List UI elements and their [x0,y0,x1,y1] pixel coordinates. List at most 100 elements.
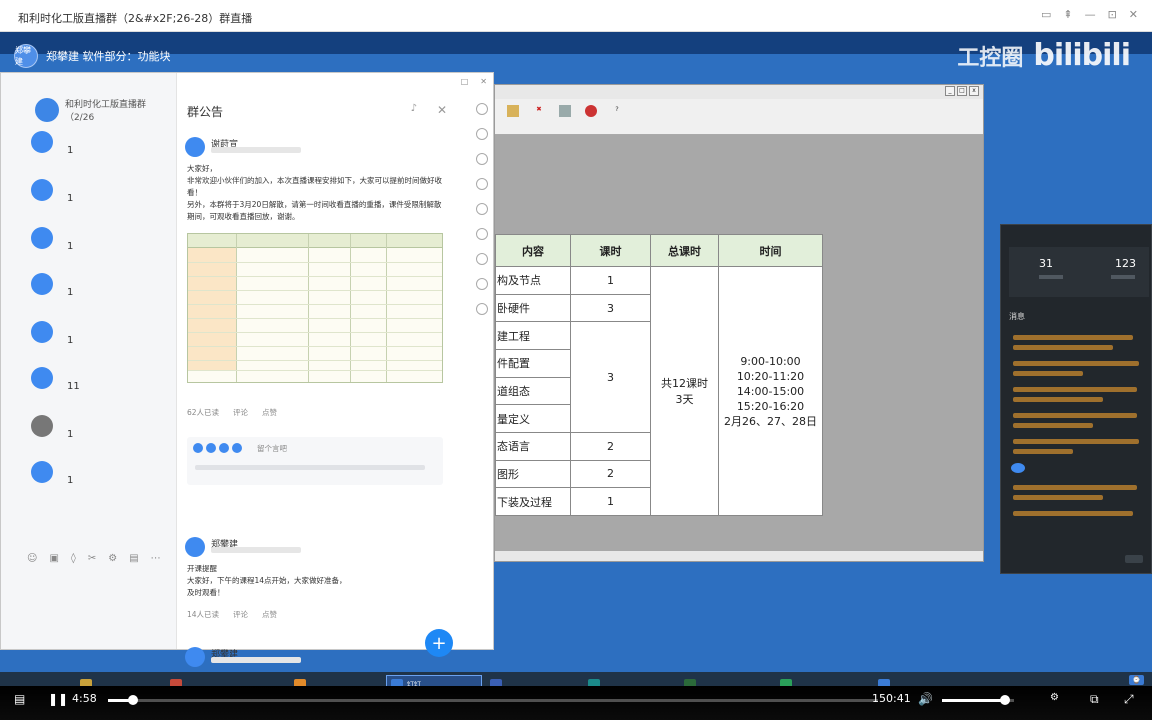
schedule-attachment[interactable] [187,233,443,383]
doc-icon[interactable] [476,278,488,290]
contacts-icon[interactable] [476,128,488,140]
list-item[interactable]: 1 [31,131,171,171]
minimize-icon[interactable]: — [1085,8,1096,21]
item-count: 1 [67,287,74,298]
table-row [188,346,442,347]
scissors-icon[interactable]: ✂ [88,553,96,564]
table-row [188,290,442,291]
pin-icon[interactable]: ⇞ [1063,8,1072,21]
comment-button[interactable]: 评论 [233,407,248,418]
taskbar-item[interactable] [76,675,156,686]
window-title: 和利时化工版直播群（2&#x2F;26-28）群直播 [18,12,253,25]
chat-message [1013,439,1139,444]
fullscreen-icon[interactable]: ⤢ [1124,692,1134,707]
comment-input[interactable]: 留个言吧 [257,443,287,454]
item-count: 1 [67,145,74,156]
volume-icon[interactable]: 🔊 [918,692,933,706]
pause-button[interactable]: ❚❚ [48,692,68,706]
maximize-icon[interactable]: □ [957,86,967,96]
maximize-icon[interactable]: □ [461,77,469,86]
read-count[interactable]: 62人已读 [187,407,219,418]
progress-handle[interactable] [128,695,139,705]
volume-slider[interactable] [942,695,1014,705]
cell-hours: 3 [570,321,651,433]
volume-handle[interactable] [1000,695,1011,705]
stat-likes: 123 [1115,257,1136,270]
settings-icon[interactable] [476,303,488,315]
calendar-icon[interactable] [476,203,488,215]
clock-icon[interactable] [476,153,488,165]
presenter-avatar: 郑攀建 [14,44,38,68]
list-item[interactable]: 11 [31,367,171,407]
cell-content: 件配置 [495,349,571,378]
taskbar-item[interactable] [486,675,582,686]
close-icon[interactable]: ✕ [480,77,487,86]
settings-icon[interactable]: ⚙ [1050,692,1059,703]
live-icon[interactable] [476,253,488,265]
taskbar-item[interactable] [874,675,966,686]
bell-icon[interactable]: ♪ [411,103,417,114]
item-count: 1 [67,475,74,486]
clock-icon[interactable]: ⌚ [1129,675,1144,685]
taskbar-item[interactable] [680,675,772,686]
cell-hours: 3 [570,293,651,323]
list-item[interactable]: 1 [31,415,171,455]
close-icon[interactable]: ✕ [437,103,447,117]
list-item[interactable]: 1 [31,179,171,219]
dingtalk-window: — □ ✕ 和利时化工版直播群（2/26 1 1 1 1 1 11 1 1 ☺ … [0,72,494,667]
mention-icon[interactable]: ◊ [71,553,76,564]
post-line: 开课提醒 [187,564,217,573]
list-item[interactable]: 1 [31,321,171,361]
list-item[interactable]: 1 [31,227,171,267]
danmaku-icon[interactable]: ▤ [14,692,25,706]
toolbar-tool[interactable] [551,105,579,119]
add-button[interactable]: + [425,629,453,657]
table-row [188,262,442,263]
site-watermark: 工控圈 [957,45,1024,71]
todo-icon[interactable] [476,228,488,240]
taskbar-item[interactable] [290,675,382,686]
chat-send-button[interactable] [1125,555,1143,563]
help-icon[interactable]: ? [603,105,631,119]
more-icon[interactable]: ⋯ [151,553,161,564]
maximize-icon[interactable]: ⊡ [1108,8,1117,21]
progress-bar[interactable] [108,695,878,705]
item-count: 1 [67,335,74,346]
taskbar-item[interactable] [776,675,868,686]
folder-icon[interactable] [476,178,488,190]
chat-message [1013,511,1133,516]
close-icon[interactable]: x [969,86,979,96]
live-stats: 31 123 [1009,247,1149,297]
window-title-bar: 和利时化工版直播群（2&#x2F;26-28）群直播 ▭ ⇞ — ⊡ ✕ [0,0,1152,32]
post-line: 大家好，下午的课程14点开始，大家做好准备， [187,576,347,585]
list-item[interactable]: 1 [31,273,171,313]
minimize-icon[interactable]: _ [945,86,955,96]
taskbar-item[interactable] [166,675,286,686]
gear-icon[interactable]: ⚙ [108,553,117,564]
emoji-icon[interactable] [476,103,488,115]
header-content: 内容 [495,233,571,268]
folder-icon[interactable]: ▤ [129,553,138,564]
item-count: 11 [67,381,80,392]
chat-message [1013,371,1083,376]
close-icon[interactable]: ✕ [1129,8,1138,21]
group-header[interactable]: 和利时化工版直播群（2/26 [35,97,175,123]
taskbar-item[interactable] [584,675,678,686]
pip-icon[interactable]: ⧉ [1090,692,1099,707]
comment-box[interactable]: 留个言吧 [187,437,443,485]
list-item[interactable]: 1 [31,461,171,501]
like-button[interactable]: 点赞 [262,407,277,418]
live-video[interactable]: 郑攀建 郑攀建 软件部分：功能块 工控圈 bilibili — □ ✕ 和利时化… [0,32,1152,686]
toolbar-tool[interactable] [499,105,527,119]
delete-icon[interactable]: ✖ [525,105,553,119]
table-row [188,276,442,277]
pip-icon[interactable]: ▭ [1041,8,1051,21]
emoji-icon[interactable]: ☺ [27,553,37,564]
read-count[interactable]: 14人已读 [187,609,219,620]
taskbar-item-current[interactable]: 钉钉 [386,675,482,686]
avatar [31,273,53,295]
like-button[interactable]: 点赞 [262,609,277,620]
image-icon[interactable]: ▣ [49,553,58,564]
comment-button[interactable]: 评论 [233,609,248,620]
toolbar-tool[interactable] [577,105,605,119]
